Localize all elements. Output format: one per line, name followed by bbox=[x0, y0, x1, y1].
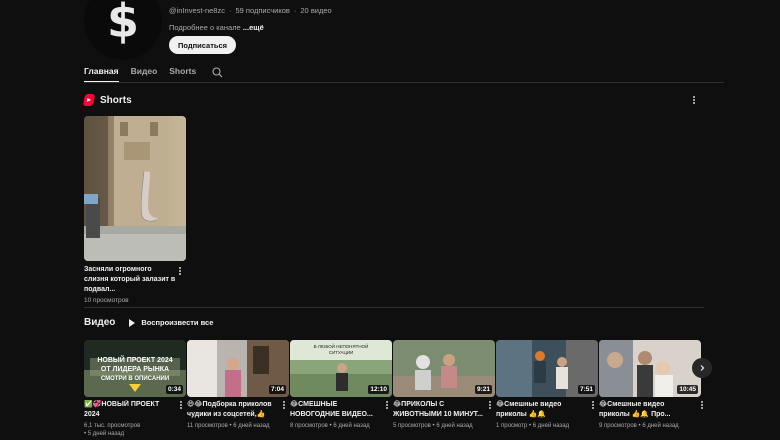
video-thumbnail[interactable]: 10:45 bbox=[599, 340, 701, 397]
video-meta: 9 просмотров • 6 дней назад bbox=[599, 422, 701, 430]
video-duration: 7:51 bbox=[577, 385, 595, 394]
video-count: 20 видео bbox=[300, 6, 332, 15]
short-views: 10 просмотров bbox=[84, 297, 129, 304]
video-thumbnail[interactable]: 9:21 bbox=[393, 340, 495, 397]
video-age: • 6 дней назад bbox=[432, 423, 473, 429]
video-duration: 12:10 bbox=[368, 385, 389, 394]
video-more-icon[interactable] bbox=[382, 400, 392, 410]
shorts-logo-icon bbox=[82, 94, 96, 106]
video-title[interactable]: 😂Смешные видео приколы 👍🔔 ПРИКОЛЫ... bbox=[496, 400, 588, 420]
thumb-text-line: НОВЫЙ ПРОЕКТ 2024 bbox=[97, 355, 172, 364]
video-meta: 5 просмотров • 6 дней назад bbox=[393, 422, 495, 430]
video-more-icon[interactable] bbox=[279, 400, 289, 410]
video-card[interactable]: НОВЫЙ ПРОЕКТ 2024 ОТ ЛИДЕРА РЫНКА СМОТРИ… bbox=[84, 340, 186, 438]
video-duration: 10:45 bbox=[677, 385, 698, 394]
tabs-divider bbox=[84, 82, 724, 83]
video-title[interactable]: 😂ПРИКОЛЫ С ЖИВОТНЫМИ 10 МИНУТ... bbox=[393, 400, 485, 420]
video-views: 5 просмотров bbox=[393, 423, 431, 429]
shorts-section-more-icon[interactable] bbox=[689, 95, 699, 105]
video-views: 9 просмотров bbox=[599, 423, 637, 429]
video-more-icon[interactable] bbox=[588, 400, 598, 410]
play-all-button[interactable]: Воспроизвести все bbox=[129, 318, 213, 327]
shelf-next-button[interactable] bbox=[692, 358, 712, 378]
video-duration: 7:04 bbox=[268, 385, 286, 394]
short-thumbnail[interactable] bbox=[84, 116, 186, 261]
thumb-text-line: ОТ ЛИДЕРА РЫНКА bbox=[101, 366, 169, 373]
video-age: • 6 дней назад bbox=[329, 423, 370, 429]
avatar-dollar-glyph: $ bbox=[106, 0, 139, 48]
play-icon bbox=[129, 318, 136, 327]
video-views: 6,1 тыс. просмотров bbox=[84, 423, 141, 429]
meta-separator: · bbox=[228, 6, 232, 15]
videos-section-header: Видео Воспроизвести все bbox=[84, 317, 213, 328]
tab-shorts[interactable]: Shorts bbox=[169, 62, 196, 82]
video-duration: 0:34 bbox=[165, 385, 183, 394]
section-divider bbox=[84, 307, 704, 308]
video-views: 1 просмотр bbox=[496, 423, 528, 429]
thumb-text-line: СИТУАЦИИ bbox=[329, 350, 354, 355]
channel-description-link[interactable]: Подробнее о канале ...ещё bbox=[169, 23, 332, 32]
videos-section-title[interactable]: Видео bbox=[84, 317, 115, 328]
shorts-section-title: Shorts bbox=[100, 94, 132, 106]
video-meta: 11 просмотров • 6 дней назад bbox=[187, 422, 289, 430]
video-title[interactable]: ✅💞НОВЫЙ ПРОЕКТ 2024 bbox=[84, 400, 176, 420]
subscriber-count: 59 подписчиков bbox=[235, 6, 290, 15]
channel-search-icon[interactable] bbox=[212, 62, 224, 82]
video-age: • 6 дней назад bbox=[529, 423, 570, 429]
channel-tabs: Главная Видео Shorts bbox=[84, 62, 224, 82]
video-age: • 6 дней назад bbox=[229, 423, 270, 429]
channel-meta: @inInvest-ne8zc · 59 подписчиков · 20 ви… bbox=[169, 6, 332, 15]
channel-handle: @inInvest-ne8zc bbox=[169, 6, 225, 15]
shorts-section-header: Shorts bbox=[82, 94, 132, 106]
description-prefix: Подробнее о канале bbox=[169, 23, 241, 32]
video-card[interactable]: 7:04 😄😂Подборка приколов чудики из соцсе… bbox=[187, 340, 289, 430]
channel-info: @inInvest-ne8zc · 59 подписчиков · 20 ви… bbox=[169, 6, 332, 32]
video-thumbnail[interactable]: 7:51 bbox=[496, 340, 598, 397]
short-card[interactable]: Засняли огромного слизня который залазит… bbox=[84, 116, 186, 304]
channel-avatar[interactable]: $ bbox=[84, 0, 162, 60]
video-title[interactable]: 😂Смешные видео приколы 👍🔔 Про... bbox=[599, 400, 691, 420]
meta-separator: · bbox=[293, 6, 297, 15]
short-more-icon[interactable] bbox=[175, 266, 185, 276]
video-views: 8 просмотров bbox=[290, 423, 328, 429]
subscribe-button[interactable]: Подписаться bbox=[169, 36, 237, 54]
video-card[interactable]: 9:21 😂ПРИКОЛЫ С ЖИВОТНЫМИ 10 МИНУТ... 5 … bbox=[393, 340, 495, 430]
video-thumbnail[interactable]: 7:04 bbox=[187, 340, 289, 397]
video-meta: 8 просмотров • 6 дней назад bbox=[290, 422, 392, 430]
video-views: 11 просмотров bbox=[187, 423, 228, 429]
video-title[interactable]: 😂СМЕШНЫЕ НОВОГОДНИЕ ВИДЕО... bbox=[290, 400, 382, 420]
video-duration: 9:21 bbox=[474, 385, 492, 394]
video-card[interactable]: 7:51 😂Смешные видео приколы 👍🔔 ПРИКОЛЫ..… bbox=[496, 340, 598, 430]
thumb-text-line: В ЛЮБОЙ НЕПОНЯТНОЙ bbox=[314, 342, 369, 349]
video-card[interactable]: В ЛЮБОЙ НЕПОНЯТНОЙ СИТУАЦИИ 12:10 😂СМЕШН… bbox=[290, 340, 392, 430]
video-more-icon[interactable] bbox=[697, 400, 707, 410]
play-all-label: Воспроизвести все bbox=[141, 318, 214, 327]
video-card[interactable]: 10:45 😂Смешные видео приколы 👍🔔 Про... 9… bbox=[599, 340, 703, 430]
thumb-text-line: СМОТРИ В ОПИСАНИИ bbox=[101, 376, 169, 382]
tab-home[interactable]: Главная bbox=[84, 62, 119, 82]
video-meta: 1 просмотр • 6 дней назад bbox=[496, 422, 598, 430]
tab-videos[interactable]: Видео bbox=[131, 62, 158, 82]
video-thumbnail[interactable]: В ЛЮБОЙ НЕПОНЯТНОЙ СИТУАЦИИ 12:10 bbox=[290, 340, 392, 397]
short-title[interactable]: Засняли огромного слизня который залазит… bbox=[84, 265, 176, 295]
video-thumbnail[interactable]: НОВЫЙ ПРОЕКТ 2024 ОТ ЛИДЕРА РЫНКА СМОТРИ… bbox=[84, 340, 186, 397]
video-age: • 6 дней назад bbox=[638, 423, 679, 429]
description-more-link[interactable]: ...ещё bbox=[243, 23, 264, 32]
video-age: • 5 дней назад bbox=[84, 431, 125, 437]
video-title[interactable]: 😄😂Подборка приколов чудики из соцсетей,👍… bbox=[187, 400, 279, 420]
video-more-icon[interactable] bbox=[176, 400, 186, 410]
chevron-right-icon bbox=[700, 365, 705, 371]
video-more-icon[interactable] bbox=[485, 400, 495, 410]
